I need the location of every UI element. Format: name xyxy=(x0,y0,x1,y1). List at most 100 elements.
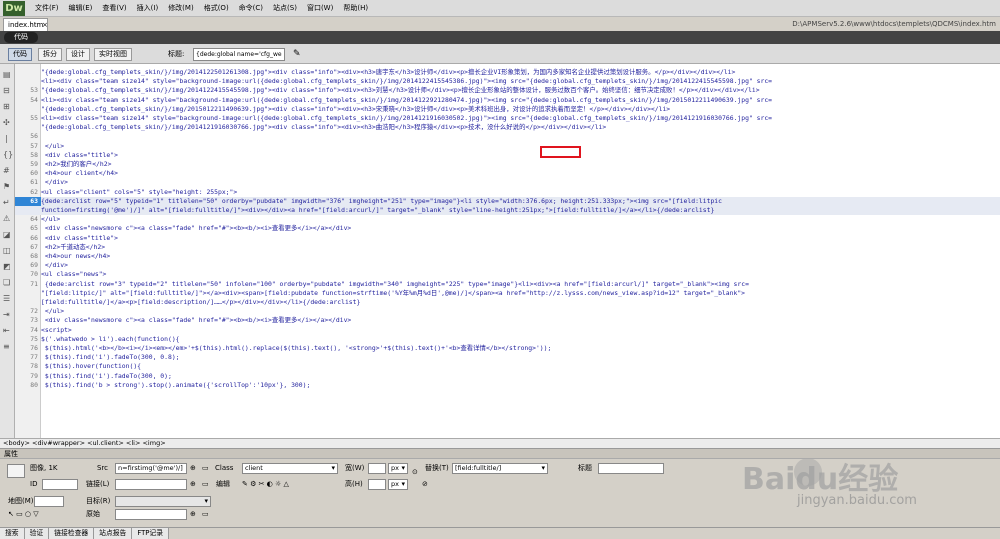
design-view-button[interactable]: 设计 xyxy=(66,48,90,61)
hotspot-tools-icon[interactable]: ↖ ▭ ○ ▽ xyxy=(8,509,39,520)
code-line[interactable]: 57 </ul> xyxy=(15,142,1000,151)
outdent-icon[interactable]: ⇤ xyxy=(3,326,10,336)
select-parent-tag-icon[interactable]: ❘ xyxy=(3,134,10,144)
id-input[interactable] xyxy=(42,479,78,490)
highlight-invalid-icon[interactable]: ⚑ xyxy=(3,182,10,192)
title-field-input[interactable] xyxy=(598,463,664,474)
tab-ftp-log[interactable]: FTP记录 xyxy=(132,528,169,539)
code-line[interactable]: 79 $(this).find('i').fadeTo(300, 0); xyxy=(15,372,1000,381)
code-view-button[interactable]: 代码 xyxy=(8,48,32,61)
code-line[interactable]: "{dede:global.cfg_templets_skin/}/img/20… xyxy=(15,105,1000,114)
code-line[interactable]: 65 <div class="newsmore c"><a class="fad… xyxy=(15,224,1000,233)
menu-site[interactable]: 站点(S) xyxy=(268,0,302,17)
menu-view[interactable]: 查看(V) xyxy=(97,0,131,17)
code-strip-label[interactable]: 代码 xyxy=(4,32,38,43)
syntax-error-icon[interactable]: ⚠ xyxy=(3,214,10,224)
point-to-file-icon[interactable]: ⊕ xyxy=(190,463,196,474)
code-editor[interactable]: "{dede:global.cfg_templets_skin/}/img/20… xyxy=(15,64,1000,438)
code-line[interactable]: 64 </ul> xyxy=(15,215,1000,224)
width-input[interactable] xyxy=(368,463,386,474)
edit-image-icon[interactable]: ✎ ⚙ ✂ ◐ ☼ △ xyxy=(242,479,289,490)
comment-icon[interactable]: ◪ xyxy=(3,230,11,240)
code-line[interactable]: 69 </div> xyxy=(15,261,1000,270)
code-line[interactable]: 56 xyxy=(15,132,1000,141)
target-select[interactable] xyxy=(115,496,211,507)
code-line[interactable]: [field:fulltitle/]</a><p>[field:descript… xyxy=(15,298,1000,307)
code-line[interactable]: "[field:litpic/]" alt="[field:fulltitle/… xyxy=(15,289,1000,298)
format-source-icon[interactable]: ≡ xyxy=(3,342,10,352)
class-select[interactable]: client xyxy=(242,463,338,474)
code-line[interactable]: 76 $(this).html('<b></b><i></i><em></em>… xyxy=(15,344,1000,353)
document-tab[interactable]: index.htm × xyxy=(3,18,48,31)
tag-selector[interactable]: <body> <div#wrapper> <ul.client> <li> <i… xyxy=(0,438,1000,448)
tab-search[interactable]: 搜索 xyxy=(0,528,25,539)
word-wrap-icon[interactable]: ↵ xyxy=(3,198,10,208)
title-input[interactable]: {dede:global name='cfg_we xyxy=(193,48,285,61)
code-line[interactable]: 73 <div class="newsmore c"><a class="fad… xyxy=(15,316,1000,325)
code-line[interactable]: 77 $(this).find('i').fadeTo(300, 0.8); xyxy=(15,353,1000,362)
recent-snippets-icon[interactable]: ❏ xyxy=(3,278,10,288)
tab-site-reports[interactable]: 站点报告 xyxy=(94,528,133,539)
code-line[interactable]: function=firstimg('@me')/]" alt="[field:… xyxy=(15,206,1000,216)
code-line[interactable]: 55 <li><div class="team size14" style="ba… xyxy=(15,114,1000,123)
expand-all-icon[interactable]: ✣ xyxy=(3,118,10,128)
split-view-button[interactable]: 拆分 xyxy=(38,48,62,61)
tab-link-checker[interactable]: 链接检查器 xyxy=(49,528,95,539)
code-line[interactable]: 70 <ul class="news"> xyxy=(15,270,1000,279)
collapse-selection-icon[interactable]: ⊞ xyxy=(3,102,10,112)
open-documents-icon[interactable]: ▤ xyxy=(3,70,11,80)
code-line[interactable]: "{dede:global.cfg_templets_skin/}/img/20… xyxy=(15,123,1000,132)
code-line[interactable]: 66 <div class="title"> xyxy=(15,234,1000,243)
indent-icon[interactable]: ⇥ xyxy=(3,310,10,320)
link-input[interactable] xyxy=(115,479,187,490)
menu-insert[interactable]: 插入(I) xyxy=(132,0,164,17)
code-line[interactable]: 78 $(this).hover(function(){ xyxy=(15,362,1000,371)
code-line[interactable]: 80 $(this).find('b > strong').stop().ani… xyxy=(15,381,1000,390)
code-line[interactable]: 72 </ul> xyxy=(15,307,1000,316)
menu-format[interactable]: 格式(O) xyxy=(199,0,234,17)
code-line[interactable]: "{dede:global.cfg_templets_skin/}/img/20… xyxy=(15,68,1000,77)
code-line[interactable]: 62 <ul class="client" cols="5" style="hei… xyxy=(15,188,1000,197)
code-line[interactable]: 67 <h2>千道动态</h2> xyxy=(15,243,1000,252)
collapse-tag-icon[interactable]: ⊟ xyxy=(3,86,10,96)
menu-window[interactable]: 窗口(W) xyxy=(302,0,338,17)
code-line[interactable]: 75 $('.whatwedo > li').each(function(){ xyxy=(15,335,1000,344)
remove-comment-icon[interactable]: ◫ xyxy=(3,246,11,256)
line-numbers-icon[interactable]: # xyxy=(3,166,10,176)
menu-help[interactable]: 帮助(H) xyxy=(338,0,373,17)
alt-select[interactable]: [field:fulltitle/] xyxy=(452,463,548,474)
link-folder-icon[interactable]: ▭ xyxy=(202,479,209,490)
code-line[interactable]: 53 "{dede:global.cfg_templets_skin/}/img/… xyxy=(15,86,1000,95)
code-line[interactable]: 60 <h4>our client</h4> xyxy=(15,169,1000,178)
close-icon[interactable]: × xyxy=(42,19,48,31)
code-line[interactable]: 71 {dede:arclist row="3" typeid="2" titl… xyxy=(15,280,1000,289)
code-line[interactable]: 59 <h2>我们的客户</h2> xyxy=(15,160,1000,169)
menu-file[interactable]: 文件(F) xyxy=(30,0,64,17)
original-point-icon[interactable]: ⊕ xyxy=(190,509,196,520)
move-css-icon[interactable]: ☰ xyxy=(3,294,10,304)
original-folder-icon[interactable]: ▭ xyxy=(202,509,209,520)
menu-edit[interactable]: 编辑(E) xyxy=(64,0,98,17)
balance-braces-icon[interactable]: {} xyxy=(3,150,13,160)
width-unit-select[interactable]: px xyxy=(388,463,408,474)
code-line[interactable]: 63 {dede:arclist row="5" typeid="1" title… xyxy=(15,196,1000,206)
lock-icon[interactable]: ⊘ xyxy=(422,479,428,490)
map-input[interactable] xyxy=(34,496,64,507)
code-line[interactable]: 61 </div> xyxy=(15,178,1000,187)
wrap-tag-icon[interactable]: ◩ xyxy=(3,262,11,272)
menu-commands[interactable]: 命令(C) xyxy=(234,0,268,17)
code-line[interactable]: 54 <li><div class="team size14" style="ba… xyxy=(15,96,1000,105)
height-input[interactable] xyxy=(368,479,386,490)
code-line[interactable]: 74 <script> xyxy=(15,326,1000,335)
code-line[interactable]: 58 <div class="title"> xyxy=(15,151,1000,160)
src-input[interactable]: n=firstimg('@me')/] xyxy=(115,463,187,474)
browse-folder-icon[interactable]: ▭ xyxy=(202,463,209,474)
code-line[interactable]: 68 <h4>our news</h4> xyxy=(15,252,1000,261)
live-view-button[interactable]: 实时视图 xyxy=(94,48,132,61)
reset-size-icon[interactable]: ⊙ xyxy=(412,467,418,478)
code-line[interactable]: <li><div class="team size14" style="back… xyxy=(15,77,1000,86)
menu-modify[interactable]: 修改(M) xyxy=(163,0,199,17)
height-unit-select[interactable]: px xyxy=(388,479,408,490)
wand-icon[interactable]: ✎ xyxy=(293,49,301,59)
original-input[interactable] xyxy=(115,509,187,520)
